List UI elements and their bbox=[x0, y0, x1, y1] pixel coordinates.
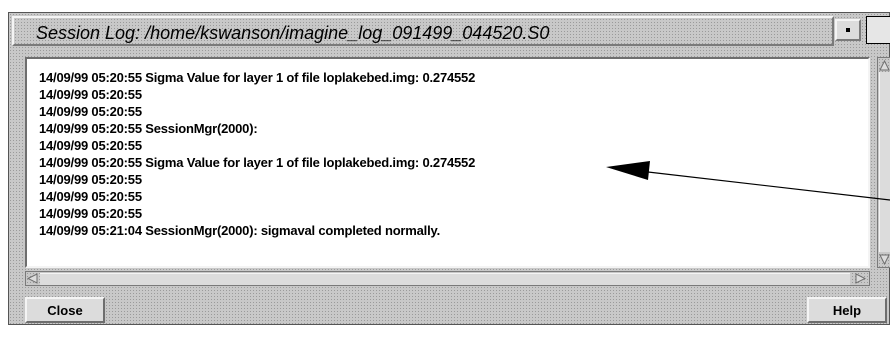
minimize-button[interactable] bbox=[835, 19, 861, 41]
log-text-area[interactable]: 14/09/99 05:20:55 Sigma Value for layer … bbox=[25, 57, 870, 268]
window-title: Session Log: /home/kswanson/imagine_log_… bbox=[36, 23, 550, 43]
log-line: 14/09/99 05:20:55 Sigma Value for layer … bbox=[39, 155, 476, 170]
session-log-window: Session Log: /home/kswanson/imagine_log_… bbox=[8, 12, 890, 325]
minimize-icon bbox=[846, 28, 850, 32]
horizontal-scroll-thumb[interactable] bbox=[40, 273, 850, 286]
scroll-left-arrow-icon[interactable] bbox=[27, 273, 38, 284]
vertical-scroll-thumb[interactable] bbox=[879, 72, 890, 252]
title-bar[interactable]: Session Log: /home/kswanson/imagine_log_… bbox=[12, 16, 834, 46]
log-line: 14/09/99 05:20:55 Sigma Value for layer … bbox=[39, 70, 476, 85]
log-line: 14/09/99 05:20:55 SessionMgr(2000): bbox=[39, 121, 258, 136]
log-line: 14/09/99 05:20:55 bbox=[39, 172, 142, 187]
log-text: 14/09/99 05:20:55 Sigma Value for layer … bbox=[39, 69, 859, 259]
log-line: 14/09/99 05:20:55 bbox=[39, 206, 142, 221]
scroll-right-arrow-icon[interactable] bbox=[855, 273, 866, 284]
horizontal-scrollbar[interactable] bbox=[25, 271, 870, 286]
log-line: 14/09/99 05:20:55 bbox=[39, 104, 142, 119]
scroll-up-arrow-icon[interactable] bbox=[879, 60, 890, 71]
vertical-scrollbar[interactable] bbox=[877, 57, 890, 268]
log-line: 14/09/99 05:20:55 bbox=[39, 87, 142, 102]
help-button[interactable]: Help bbox=[807, 297, 887, 323]
maximize-button[interactable] bbox=[866, 16, 890, 44]
log-line: 14/09/99 05:20:55 bbox=[39, 189, 142, 204]
scroll-down-arrow-icon[interactable] bbox=[879, 254, 890, 265]
button-row: Close Help bbox=[9, 297, 890, 323]
close-button[interactable]: Close bbox=[25, 297, 105, 323]
log-line: 14/09/99 05:20:55 bbox=[39, 138, 142, 153]
log-line: 14/09/99 05:21:04 SessionMgr(2000): sigm… bbox=[39, 223, 440, 238]
